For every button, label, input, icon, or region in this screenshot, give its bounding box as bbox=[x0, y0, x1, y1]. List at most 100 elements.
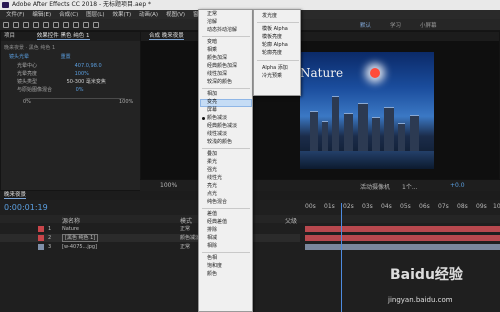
camera-dropdown[interactable]: 活动摄像机 bbox=[360, 182, 390, 191]
menu-item[interactable]: 动态抖动溶解 bbox=[207, 27, 237, 34]
menu-separator bbox=[202, 252, 250, 253]
menu-item[interactable]: 差值 bbox=[207, 211, 217, 218]
after-effects-icon bbox=[2, 2, 9, 8]
building bbox=[410, 115, 419, 151]
workspace-learn[interactable]: 学习 bbox=[390, 21, 401, 29]
menu-item[interactable]: 柔光 bbox=[207, 159, 217, 166]
menu-item[interactable]: 纯色混合 bbox=[207, 199, 227, 206]
menu-separator bbox=[257, 22, 299, 23]
column-source-name: 源名称 bbox=[62, 218, 81, 225]
menu-item[interactable]: 饱和度 bbox=[207, 263, 222, 270]
menu-item-checked[interactable]: 颜色减淡 bbox=[207, 115, 227, 122]
exposure-value[interactable]: +0.0 bbox=[450, 182, 465, 189]
pen-tool-icon[interactable] bbox=[83, 22, 89, 28]
effect-row-flare-brightness[interactable]: 光晕亮度 100% bbox=[17, 70, 89, 77]
menu-separator bbox=[257, 60, 299, 61]
menu-item[interactable]: 经典差值 bbox=[207, 219, 227, 226]
menu-item[interactable]: 模板 Alpha bbox=[262, 26, 288, 33]
menu-item[interactable]: 强光 bbox=[207, 167, 217, 174]
building bbox=[322, 121, 328, 151]
rotate-tool-icon[interactable] bbox=[43, 22, 49, 28]
effect-row-lens-flare[interactable]: 镜头光晕 重置 bbox=[9, 53, 71, 60]
menu-item[interactable]: 轮廓亮度 bbox=[262, 50, 282, 57]
menu-item[interactable]: 线性光 bbox=[207, 175, 222, 182]
menu-item[interactable]: 溶解 bbox=[207, 19, 217, 26]
table-row[interactable]: 2 [黑色 纯色 1] 颜色减淡 bbox=[0, 234, 300, 242]
menu-item[interactable]: 相乘 bbox=[207, 47, 217, 54]
menu-item[interactable]: 较深的颜色 bbox=[207, 79, 232, 86]
blend-slider-track[interactable] bbox=[25, 98, 125, 99]
selection-tool-icon[interactable] bbox=[13, 22, 19, 28]
menu-item-highlighted[interactable]: 变亮 bbox=[207, 99, 217, 106]
building bbox=[372, 117, 380, 151]
menu-item[interactable]: 较浅的颜色 bbox=[207, 139, 232, 146]
rectangle-tool-icon[interactable] bbox=[73, 22, 79, 28]
menu-item[interactable]: 点光 bbox=[207, 191, 217, 198]
time-ruler[interactable]: 00s 01s 02s 03s 04s 05s 06s 07s 08s 09s … bbox=[305, 203, 500, 212]
effect-path: 晚来夜景 · 黑色 纯色 1 bbox=[4, 45, 56, 51]
effect-row-lens-type[interactable]: 镜头类型 50-300 毫米变焦 bbox=[17, 78, 106, 85]
menu-item[interactable]: 经典颜色加深 bbox=[207, 63, 237, 70]
menu-item[interactable]: 线性加深 bbox=[207, 71, 227, 78]
camera-tool-icon[interactable] bbox=[53, 22, 59, 28]
building bbox=[344, 113, 353, 151]
label-color-swatch bbox=[38, 226, 44, 232]
playhead[interactable] bbox=[341, 203, 342, 312]
menu-item[interactable]: 排除 bbox=[207, 227, 217, 234]
menu-item[interactable]: 屏幕 bbox=[207, 107, 217, 114]
label-color-swatch bbox=[38, 235, 44, 241]
zoom-tool-icon[interactable] bbox=[33, 22, 39, 28]
building bbox=[398, 123, 405, 151]
hand-tool-icon[interactable] bbox=[23, 22, 29, 28]
menu-item[interactable]: 线性减淡 bbox=[207, 131, 227, 138]
type-tool-icon[interactable] bbox=[93, 22, 99, 28]
pan-behind-tool-icon[interactable] bbox=[63, 22, 69, 28]
menu-separator bbox=[202, 208, 250, 209]
table-row[interactable]: 3 [w-4075...jpg] 正常 bbox=[0, 243, 300, 251]
menu-item[interactable]: 模板亮度 bbox=[262, 34, 282, 41]
tab-timeline[interactable]: 晚来夜景 bbox=[4, 192, 27, 199]
workspace-default[interactable]: 默认 bbox=[360, 21, 371, 29]
menu-item[interactable]: 经典颜色减淡 bbox=[207, 123, 237, 130]
layer-bar[interactable] bbox=[305, 244, 500, 250]
views-dropdown[interactable]: 1个... bbox=[402, 182, 418, 191]
effect-row-flare-center[interactable]: 光晕中心 407.0,98.0 bbox=[17, 62, 102, 69]
menu-item[interactable]: 冷光预乘 bbox=[262, 73, 282, 80]
zoom-dropdown[interactable]: 100% bbox=[160, 182, 177, 189]
timecode[interactable]: 0:00:01:19 bbox=[4, 203, 48, 212]
workspace-small-screen[interactable]: 小屏幕 bbox=[420, 21, 437, 29]
menu-item[interactable]: 亮光 bbox=[207, 183, 217, 190]
water-reflection bbox=[300, 151, 434, 169]
home-icon[interactable] bbox=[3, 22, 9, 28]
menu-item[interactable]: 轮廓 Alpha bbox=[262, 42, 288, 49]
layer-bar[interactable] bbox=[305, 226, 500, 232]
composition-preview-image[interactable]: Nature bbox=[300, 52, 434, 169]
menu-item[interactable]: 相减 bbox=[207, 235, 217, 242]
building bbox=[384, 107, 394, 151]
menu-item[interactable]: 正常 bbox=[207, 11, 217, 18]
overlay-text-nature: Nature bbox=[300, 66, 344, 80]
layer-bar[interactable] bbox=[305, 235, 500, 241]
menu-item[interactable]: 叠加 bbox=[207, 151, 217, 158]
slider-min-label: 0% bbox=[23, 99, 31, 105]
menu-separator bbox=[202, 36, 250, 37]
menu-item[interactable]: 颜色 bbox=[207, 271, 217, 278]
tab-composition[interactable]: 合成 晚来夜景 bbox=[149, 33, 184, 40]
tab-effect-controls[interactable]: 效果控件 黑色 纯色 1 bbox=[36, 33, 90, 40]
column-mode: 模式 bbox=[180, 218, 193, 225]
menu-item[interactable]: 颜色加深 bbox=[207, 55, 227, 62]
table-row[interactable]: 1 Nature 正常 bbox=[0, 225, 300, 233]
menu-item[interactable]: 相加 bbox=[207, 91, 217, 98]
menu-item[interactable]: Alpha 添加 bbox=[262, 65, 288, 72]
menu-item[interactable]: 色相 bbox=[207, 255, 217, 262]
window-title: Adobe After Effects CC 2018 - 无标题项目.aep … bbox=[12, 1, 152, 8]
menu-item[interactable]: 变暗 bbox=[207, 39, 217, 46]
composition-header: 合成 晚来夜景 bbox=[141, 32, 499, 41]
blend-mode-menu: 正常 溶解 动态抖动溶解 变暗 相乘 颜色加深 经典颜色加深 线性加深 较深的颜… bbox=[198, 9, 253, 312]
watermark-logo: Baidu经验 bbox=[390, 267, 463, 283]
tab-project[interactable]: 项目 bbox=[4, 33, 15, 39]
menu-item[interactable]: 发光度 bbox=[262, 13, 277, 20]
effect-row-blend-original[interactable]: 与原始图像混合 0% bbox=[17, 86, 84, 93]
slider-max-label: 100% bbox=[119, 99, 134, 105]
menu-item[interactable]: 相除 bbox=[207, 243, 217, 250]
